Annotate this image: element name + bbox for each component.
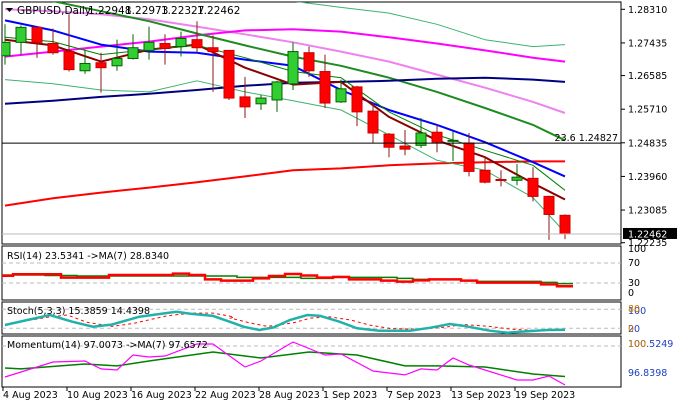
close-value: 1.22462: [197, 5, 240, 17]
candle-body-bear: [479, 169, 491, 183]
candle-body-bear: [319, 71, 331, 104]
momentum-label: Momentum(14) 97.0073 ->MA(7) 97.6572: [7, 340, 208, 351]
price-tick-label: 1.27435: [628, 38, 667, 49]
rsi-label: RSI(14) 23.5341 ->MA(7) 28.8340: [7, 251, 169, 262]
candle-body-bear: [543, 195, 555, 215]
candle-body-bear: [463, 142, 475, 172]
candle-body-bear: [559, 214, 571, 235]
chart-canvas[interactable]: 23.6 1.24827 GBPUSD,Daily 1.22948 1.2297…: [0, 0, 700, 400]
candle-body-bear: [431, 131, 443, 143]
candle-body-bear: [47, 42, 59, 54]
time-tick-label: 10 Aug 2023: [67, 390, 128, 400]
price-tick-label: 1.23960: [628, 172, 667, 183]
candle-body-bear: [207, 47, 219, 53]
candle-body-bull: [287, 51, 299, 85]
candle-body-bear: [95, 62, 107, 69]
candle-body-bull: [15, 26, 27, 43]
candle-body-bear: [351, 86, 363, 113]
time-tick-label: 7 Sep 2023: [387, 390, 441, 400]
symbol-label: GBPUSD,Daily: [17, 5, 91, 17]
rsi-level-label: 100: [628, 244, 646, 255]
candle-body-bear: [367, 110, 379, 134]
time-tick-label: 16 Aug 2023: [131, 390, 192, 400]
price-tick-label: 1.25710: [628, 105, 667, 116]
time-tick-label: 22 Aug 2023: [195, 390, 256, 400]
candle-body-bull: [111, 57, 123, 67]
price-tick-label: 1.26585: [628, 71, 667, 82]
candle-body-bear: [399, 145, 411, 150]
candle-body-bear: [239, 96, 251, 108]
price-tick-label: 1.23085: [628, 206, 667, 217]
candle: [223, 49, 235, 100]
momentum-axis: 100.524910096.8398: [628, 339, 673, 379]
candle-body-bull: [127, 47, 139, 59]
rsi-level-label: 0: [628, 288, 634, 299]
stochastic-label: Stoch(5,3,3) 15.3859 14.4398: [7, 306, 150, 317]
stoch-level-label: 80: [628, 304, 640, 315]
time-tick-label: 13 Sep 2023: [451, 390, 511, 400]
candle-body-bear: [495, 178, 507, 181]
candle-body-bull: [447, 139, 459, 142]
candle-body-bear: [159, 42, 171, 49]
price-tick-label: 1.28310: [628, 5, 667, 16]
stoch-level-label: 0: [628, 324, 634, 335]
time-axis[interactable]: 4 Aug 2023 10 Aug 2023 16 Aug 2023 22 Aug 2…: [2, 387, 575, 400]
candle-body-bull: [335, 88, 347, 103]
candle-body-bull: [79, 62, 91, 72]
candle-body-bull: [255, 97, 267, 105]
rsi-level-label: 70: [628, 258, 640, 269]
candle-body-bull: [175, 37, 187, 48]
candle-body-bear: [31, 26, 43, 43]
candle-body-bear: [383, 133, 395, 148]
time-tick-label: 19 Sep 2023: [515, 390, 575, 400]
candle-body-bear: [191, 39, 203, 49]
price-axis[interactable]: 1.28310 1.27435 1.26585 1.25710 1.24835 1.239…: [620, 2, 667, 249]
candle-body-bear: [63, 51, 75, 71]
momentum-level-label: 96.8398: [628, 368, 667, 379]
candle-body-bear: [527, 177, 539, 197]
rsi-axis: 10070300: [628, 244, 646, 299]
time-tick-label: 1 Sep 2023: [323, 390, 377, 400]
trading-chart-window: 23.6 1.24827 GBPUSD,Daily 1.22948 1.2297…: [0, 0, 700, 400]
fibonacci-level-label: 23.6 1.24827: [555, 133, 618, 144]
stochastic-axis: 10080200: [628, 304, 646, 335]
candle-body-bull: [511, 176, 523, 181]
time-tick-label: 4 Aug 2023: [3, 390, 58, 400]
time-tick-label: 28 Aug 2023: [259, 390, 320, 400]
chart-header: GBPUSD,Daily 1.22948 1.22973 1.22327 1.2…: [6, 5, 240, 17]
candle-body-bear: [223, 49, 235, 99]
candle-body-bull: [143, 41, 155, 51]
current-price-value: 1.22462: [628, 229, 667, 240]
momentum-level-label: 100: [628, 339, 646, 350]
candle-body-bull: [271, 81, 283, 101]
candle-body-bear: [303, 52, 315, 72]
current-price-tag: 1.22462: [623, 227, 677, 240]
price-tick-label: 1.24835: [628, 138, 667, 149]
